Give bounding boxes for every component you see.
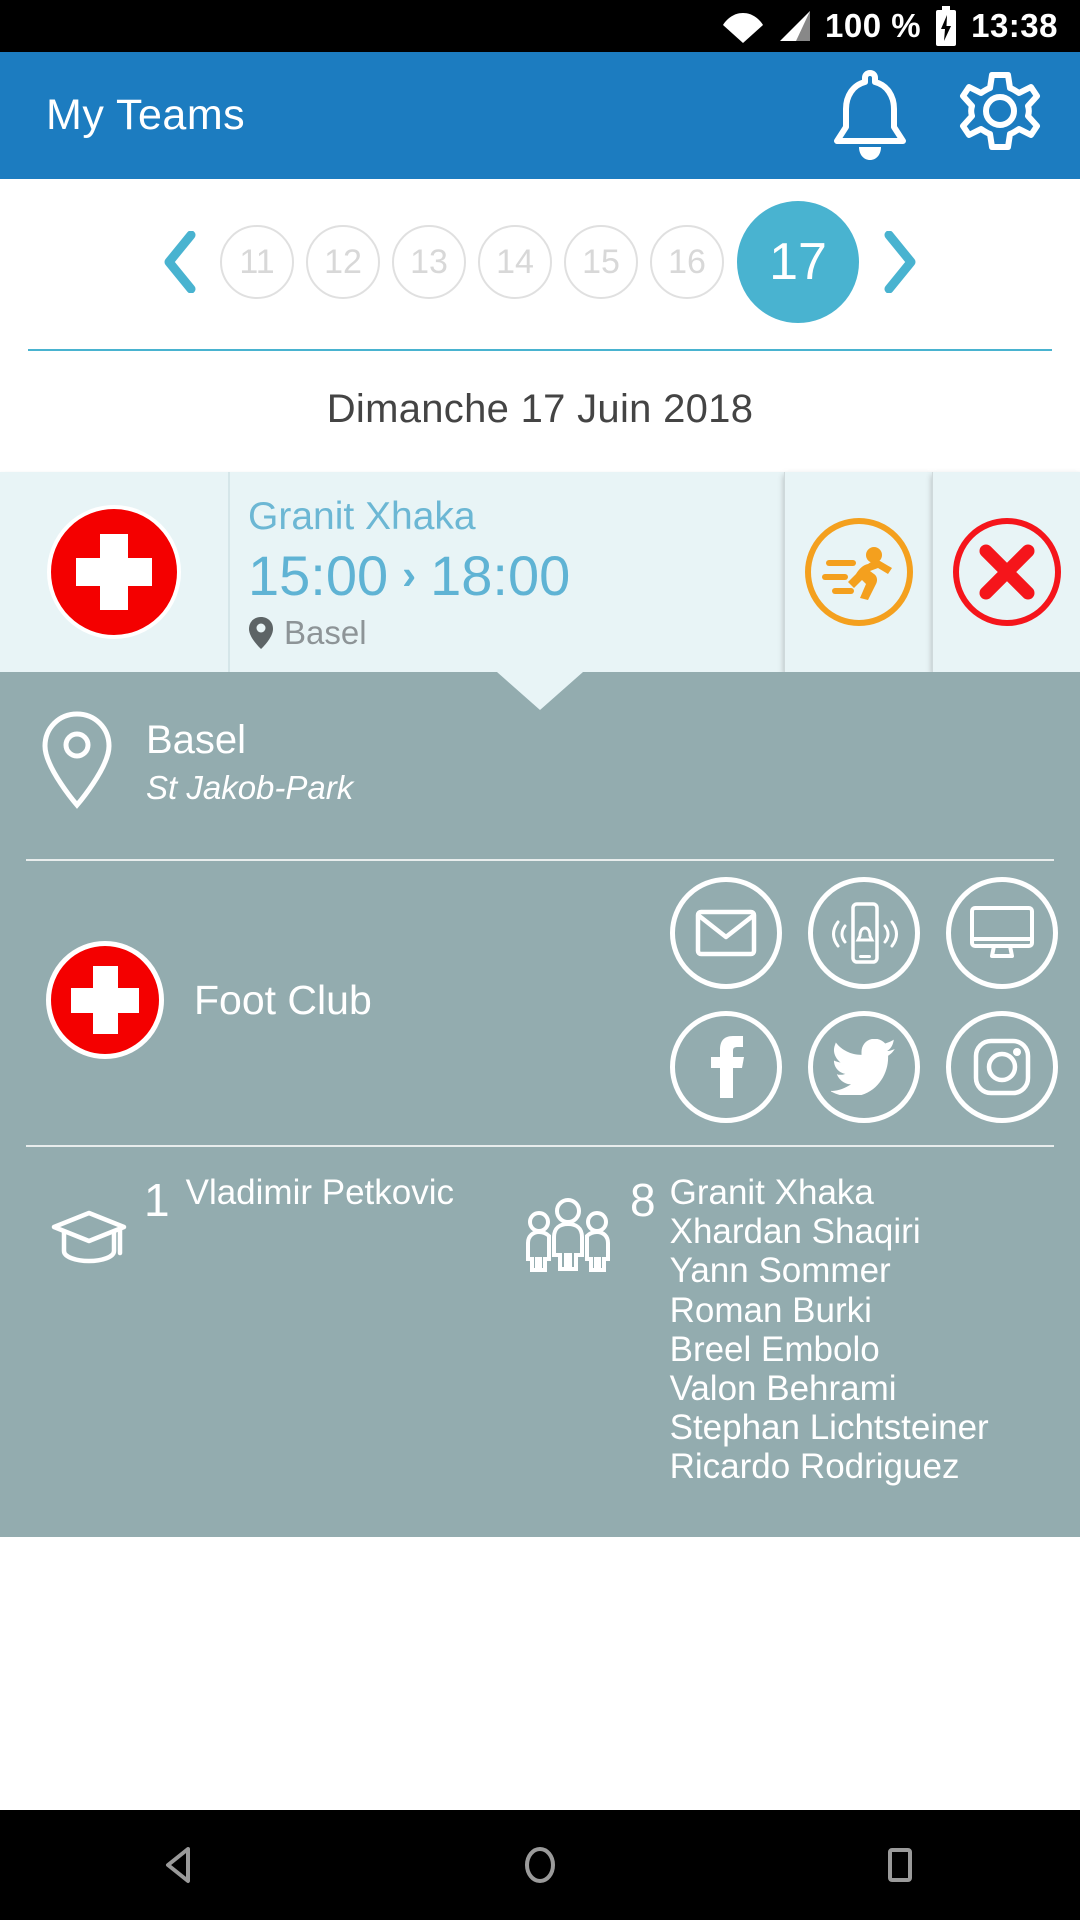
- event-card[interactable]: Granit Xhaka 15:00 › 18:00 Basel: [0, 472, 784, 672]
- day-chip-selected[interactable]: 17: [737, 201, 859, 323]
- venue-text: Basel St Jakob-Park: [146, 718, 353, 807]
- android-nav-bar: [0, 1810, 1080, 1920]
- notifications-bell-icon[interactable]: [822, 68, 918, 164]
- time-separator-icon: ›: [402, 551, 417, 598]
- twitter-icon[interactable]: [808, 1011, 920, 1123]
- instagram-icon[interactable]: [946, 1011, 1058, 1123]
- app-bar-actions: [822, 68, 1048, 164]
- club-links: [542, 877, 1058, 1123]
- date-strip: 11 12 13 14 15 16 17: [0, 179, 1080, 323]
- list-item: Xhardan Shaqiri: [669, 1212, 921, 1252]
- contact-icon-row: [670, 877, 1058, 989]
- list-item: Roman Burki: [669, 1290, 872, 1330]
- social-icon-row: [670, 1011, 1058, 1123]
- players-names: Granit Xhaka Xhardan Shaqiri Yann Sommer…: [670, 1173, 989, 1487]
- list-item: Valon Behrami: [669, 1368, 897, 1408]
- date-picker-section: 11 12 13 14 15 16 17 Dimanche 17 Juin 20…: [0, 179, 1080, 472]
- selected-date-label: Dimanche 17 Juin 2018: [326, 387, 754, 431]
- team-flag-wrap: [0, 505, 228, 639]
- decline-close-icon: [952, 518, 1061, 626]
- event-info: Granit Xhaka 15:00 › 18:00 Basel: [228, 472, 784, 672]
- day-chip[interactable]: 14: [478, 225, 552, 299]
- attend-running-icon: [804, 518, 913, 626]
- list-item: Stephan Lichtsteiner: [669, 1408, 989, 1448]
- mobile-alert-icon[interactable]: [808, 877, 920, 989]
- event-title: Granit Xhaka: [248, 494, 476, 538]
- list-item: Yann Sommer: [669, 1251, 891, 1291]
- home-nav-button[interactable]: [465, 1810, 615, 1920]
- day-chip[interactable]: 15: [564, 225, 638, 299]
- event-location-label: Basel: [284, 613, 367, 651]
- venue-stadium-label: St Jakob-Park: [146, 769, 354, 806]
- app-bar: My Teams: [0, 52, 1080, 179]
- next-week-button[interactable]: [865, 207, 935, 317]
- map-pin-outline-icon: [40, 710, 114, 815]
- list-item: Granit Xhaka: [669, 1173, 874, 1212]
- list-item: Ricardo Rodriguez: [669, 1447, 960, 1487]
- coach-count: 1: [144, 1174, 170, 1226]
- day-chip[interactable]: 13: [392, 225, 466, 299]
- players-count: 8: [630, 1174, 656, 1226]
- event-end-time: 18:00: [430, 543, 571, 607]
- swiss-flag-icon: [46, 941, 164, 1059]
- decline-button[interactable]: [932, 472, 1080, 672]
- recents-nav-button[interactable]: [825, 1810, 975, 1920]
- list-item: Breel Embolo: [669, 1329, 880, 1369]
- event-start-time: 15:00: [248, 543, 389, 607]
- facebook-icon[interactable]: [670, 1011, 782, 1123]
- page-title: My Teams: [46, 91, 246, 139]
- graduation-cap-icon: [50, 1173, 128, 1272]
- club-name-label: Foot Club: [194, 976, 372, 1023]
- swiss-flag-icon: [47, 505, 181, 639]
- desktop-monitor-icon[interactable]: [946, 877, 1058, 989]
- day-list: 11 12 13 14 15 16 17: [215, 201, 865, 323]
- people-section: 1 Vladimir Petkovic 8 Granit Xhaka Xhard…: [0, 1147, 1080, 1521]
- event-detail-panel: Basel St Jakob-Park Foot Club 1 Vladimir…: [0, 672, 1080, 1537]
- people-group-icon: [520, 1173, 616, 1282]
- day-chip[interactable]: 11: [220, 225, 294, 299]
- prev-week-button[interactable]: [145, 207, 215, 317]
- list-item: Vladimir Petkovic: [185, 1173, 455, 1212]
- back-nav-button[interactable]: [105, 1810, 255, 1920]
- coach-block: 1 Vladimir Petkovic: [20, 1173, 520, 1487]
- status-bar: 100 % 13:38: [0, 0, 1080, 52]
- email-icon[interactable]: [670, 877, 782, 989]
- club-section: Foot Club: [0, 861, 1080, 1145]
- day-chip[interactable]: 12: [306, 225, 380, 299]
- venue-city-label: Basel: [146, 718, 247, 762]
- day-chip[interactable]: 16: [650, 225, 724, 299]
- coach-names: Vladimir Petkovic: [186, 1173, 454, 1212]
- detail-notch: [497, 672, 583, 710]
- players-block: 8 Granit Xhaka Xhardan Shaqiri Yann Somm…: [520, 1173, 1060, 1487]
- attend-button[interactable]: [784, 472, 932, 672]
- clock-label: 13:38: [971, 7, 1058, 44]
- map-pin-filled-icon: [249, 616, 273, 649]
- battery-charging-icon: [934, 6, 958, 46]
- settings-gear-icon[interactable]: [952, 68, 1048, 164]
- event-time: 15:00 › 18:00: [248, 543, 784, 608]
- event-row: Granit Xhaka 15:00 › 18:00 Basel: [0, 472, 1080, 672]
- event-location: Basel: [248, 614, 784, 652]
- signal-icon: [776, 9, 812, 43]
- wifi-icon: [723, 9, 764, 43]
- battery-percent-label: 100 %: [825, 7, 922, 44]
- club-identity: Foot Club: [22, 941, 542, 1059]
